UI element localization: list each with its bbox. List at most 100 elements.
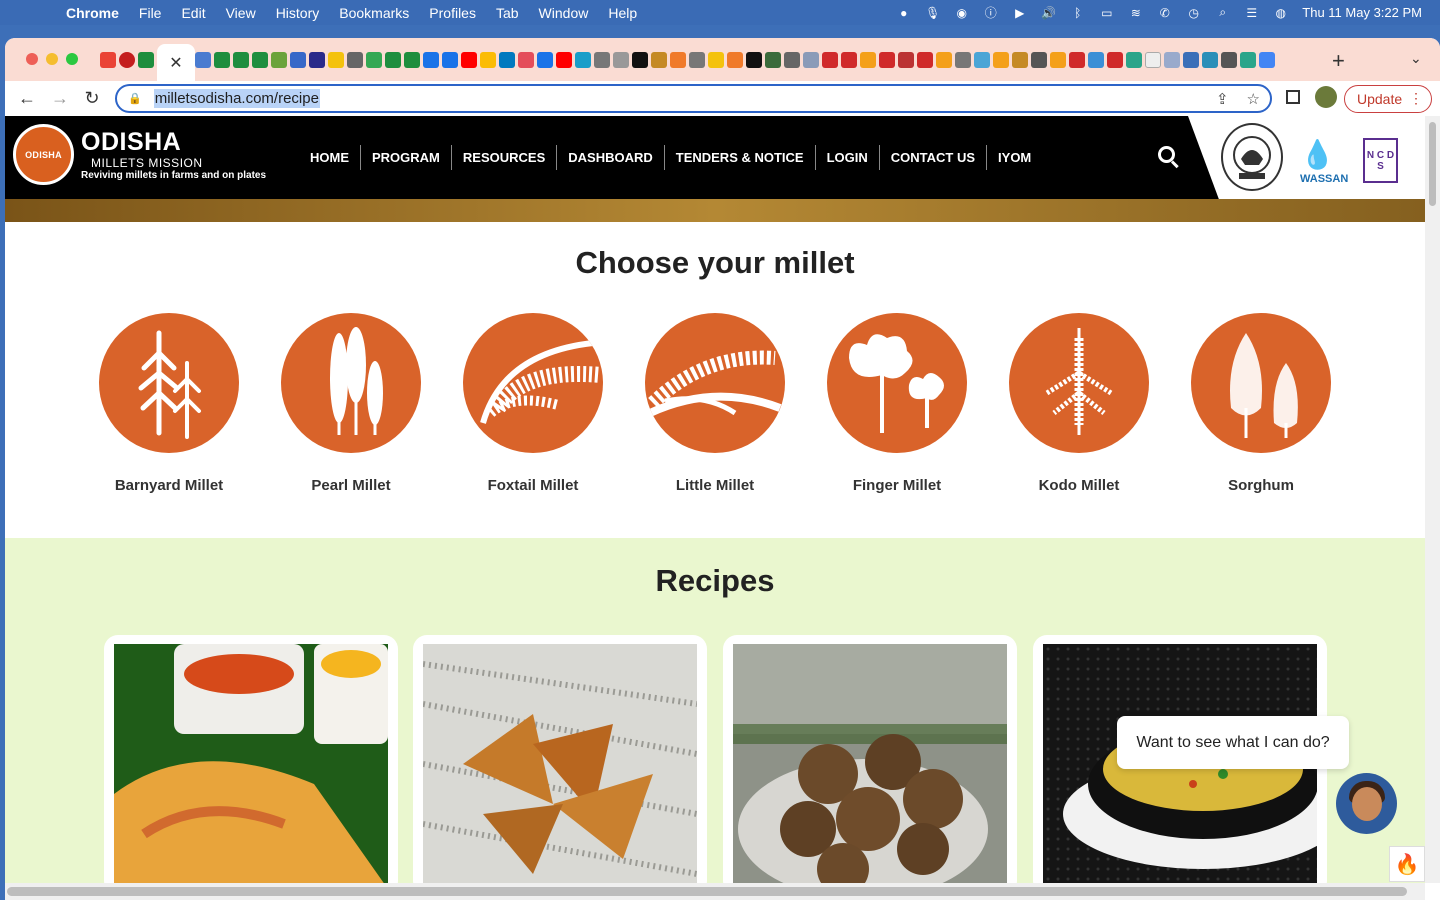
tab-favicon[interactable] [347, 52, 363, 68]
tab-favicon[interactable] [727, 52, 743, 68]
tab-favicon[interactable] [1164, 52, 1180, 68]
tab-favicon[interactable] [1031, 52, 1047, 68]
close-tab-icon[interactable]: ✕ [169, 53, 182, 73]
profile-avatar[interactable] [1315, 86, 1337, 108]
tab-favicon[interactable] [271, 52, 287, 68]
fire-icon[interactable]: 🔥 [1389, 846, 1425, 882]
millet-card-barnyard[interactable]: Barnyard Millet [99, 313, 239, 494]
tab-favicon[interactable] [1088, 52, 1104, 68]
millet-name[interactable]: Sorghum [1191, 477, 1331, 494]
foxtail-millet-icon[interactable] [463, 313, 603, 453]
chat-prompt-bubble[interactable]: Want to see what I can do? [1117, 716, 1349, 769]
recipe-card[interactable] [723, 635, 1017, 895]
millet-name[interactable]: Pearl Millet [281, 477, 421, 494]
millet-card-sorghum[interactable]: Sorghum [1191, 313, 1331, 494]
tab-favicon[interactable] [1050, 52, 1066, 68]
tab-favicon[interactable] [366, 52, 382, 68]
tab-favicon[interactable] [556, 52, 572, 68]
tab-favicon[interactable] [784, 52, 800, 68]
tab-favicon[interactable] [575, 52, 591, 68]
tab-favicon[interactable] [1221, 52, 1237, 68]
tab-search-chevron-icon[interactable]: ⌄ [1410, 50, 1422, 67]
millet-card-kodo[interactable]: Kodo Millet [1009, 313, 1149, 494]
nav-contact-us[interactable]: CONTACT US [880, 145, 988, 170]
menu-file[interactable]: File [129, 5, 172, 21]
chatbot-avatar[interactable] [1336, 773, 1397, 834]
tab-favicon[interactable] [917, 52, 933, 68]
spotlight-search-icon[interactable]: ⌕ [1215, 5, 1230, 20]
recipe-card[interactable] [104, 635, 398, 895]
tab-favicon[interactable] [689, 52, 705, 68]
tab-favicon[interactable] [1202, 52, 1218, 68]
finger-millet-icon[interactable] [827, 313, 967, 453]
gmail-tab-icon[interactable] [100, 52, 116, 68]
active-tab[interactable]: ✕ [157, 44, 195, 81]
millet-name[interactable]: Foxtail Millet [463, 477, 603, 494]
tab-favicon[interactable] [290, 52, 306, 68]
recipe-image-laddu[interactable] [733, 644, 1007, 889]
nav-tenders-notice[interactable]: TENDERS & NOTICE [665, 145, 816, 170]
tab-favicon[interactable] [537, 52, 553, 68]
millet-card-pearl[interactable]: Pearl Millet [281, 313, 421, 494]
lock-icon[interactable]: 🔒 [128, 92, 142, 105]
tab-favicon[interactable] [138, 52, 154, 68]
tab-favicon[interactable] [765, 52, 781, 68]
new-tab-button[interactable]: + [1332, 48, 1345, 74]
recipe-card[interactable] [413, 635, 707, 895]
nav-iyom[interactable]: IYOM [987, 145, 1042, 170]
timer-icon[interactable]: ◉ [954, 5, 969, 20]
bluetooth-icon[interactable]: ᛒ [1070, 5, 1085, 20]
phone-icon[interactable]: ✆ [1157, 5, 1172, 20]
tab-favicon[interactable] [1145, 52, 1161, 68]
millet-card-little[interactable]: Little Millet [645, 313, 785, 494]
reload-icon[interactable]: ↻ [81, 88, 103, 109]
menu-history[interactable]: History [266, 5, 330, 21]
youtube-tab-icon[interactable] [461, 52, 477, 68]
nav-login[interactable]: LOGIN [816, 145, 880, 170]
barnyard-millet-icon[interactable] [99, 313, 239, 453]
more-menu-icon[interactable]: ⋮ [1409, 90, 1423, 107]
forward-icon[interactable]: → [49, 88, 71, 109]
millet-name[interactable]: Finger Millet [827, 477, 967, 494]
microphone-icon[interactable]: 🎙 [925, 5, 940, 20]
brand-title[interactable]: ODISHA [81, 128, 181, 157]
tab-favicon[interactable] [1183, 52, 1199, 68]
side-panel-icon[interactable] [1286, 90, 1300, 104]
wifi-icon[interactable]: ≋ [1128, 5, 1143, 20]
little-millet-icon[interactable] [645, 313, 785, 453]
sorghum-icon[interactable] [1191, 313, 1331, 453]
url-text[interactable]: milletsodisha.com/recipe [153, 89, 320, 108]
tab-favicon[interactable] [613, 52, 629, 68]
trello-tab-icon[interactable] [499, 52, 515, 68]
tab-favicon[interactable] [860, 52, 876, 68]
tab-favicon[interactable] [328, 52, 344, 68]
menu-tab[interactable]: Tab [486, 5, 529, 21]
tab-favicon[interactable] [195, 52, 211, 68]
menu-help[interactable]: Help [598, 5, 647, 21]
nav-dashboard[interactable]: DASHBOARD [557, 145, 665, 170]
tab-favicon[interactable] [879, 52, 895, 68]
siri-icon[interactable]: ◍ [1273, 5, 1288, 20]
battery-icon[interactable]: ▭ [1099, 5, 1114, 20]
millet-name[interactable]: Kodo Millet [1009, 477, 1149, 494]
tab-favicon[interactable] [841, 52, 857, 68]
address-bar[interactable]: 🔒 milletsodisha.com/recipe ⇪ ☆ [115, 84, 1272, 113]
tab-favicon[interactable] [518, 52, 534, 68]
close-window-icon[interactable] [26, 53, 38, 65]
minimize-window-icon[interactable] [46, 53, 58, 65]
back-icon[interactable]: ← [16, 88, 38, 109]
menu-profiles[interactable]: Profiles [419, 5, 486, 21]
tab-favicon[interactable] [1126, 52, 1142, 68]
pearl-millet-icon[interactable] [281, 313, 421, 453]
tab-favicon[interactable] [594, 52, 610, 68]
recipe-image-dosa[interactable] [114, 644, 388, 889]
tab-favicon[interactable] [1012, 52, 1028, 68]
menu-bookmarks[interactable]: Bookmarks [329, 5, 419, 21]
volume-icon[interactable]: 🔊 [1041, 5, 1056, 20]
menu-window[interactable]: Window [529, 5, 599, 21]
tab-favicon[interactable] [936, 52, 952, 68]
clock[interactable]: Thu 11 May 3:22 PM [1302, 5, 1422, 20]
bookmark-star-icon[interactable]: ☆ [1247, 90, 1260, 108]
tab-favicon[interactable] [632, 52, 648, 68]
tab-favicon[interactable] [1240, 52, 1256, 68]
